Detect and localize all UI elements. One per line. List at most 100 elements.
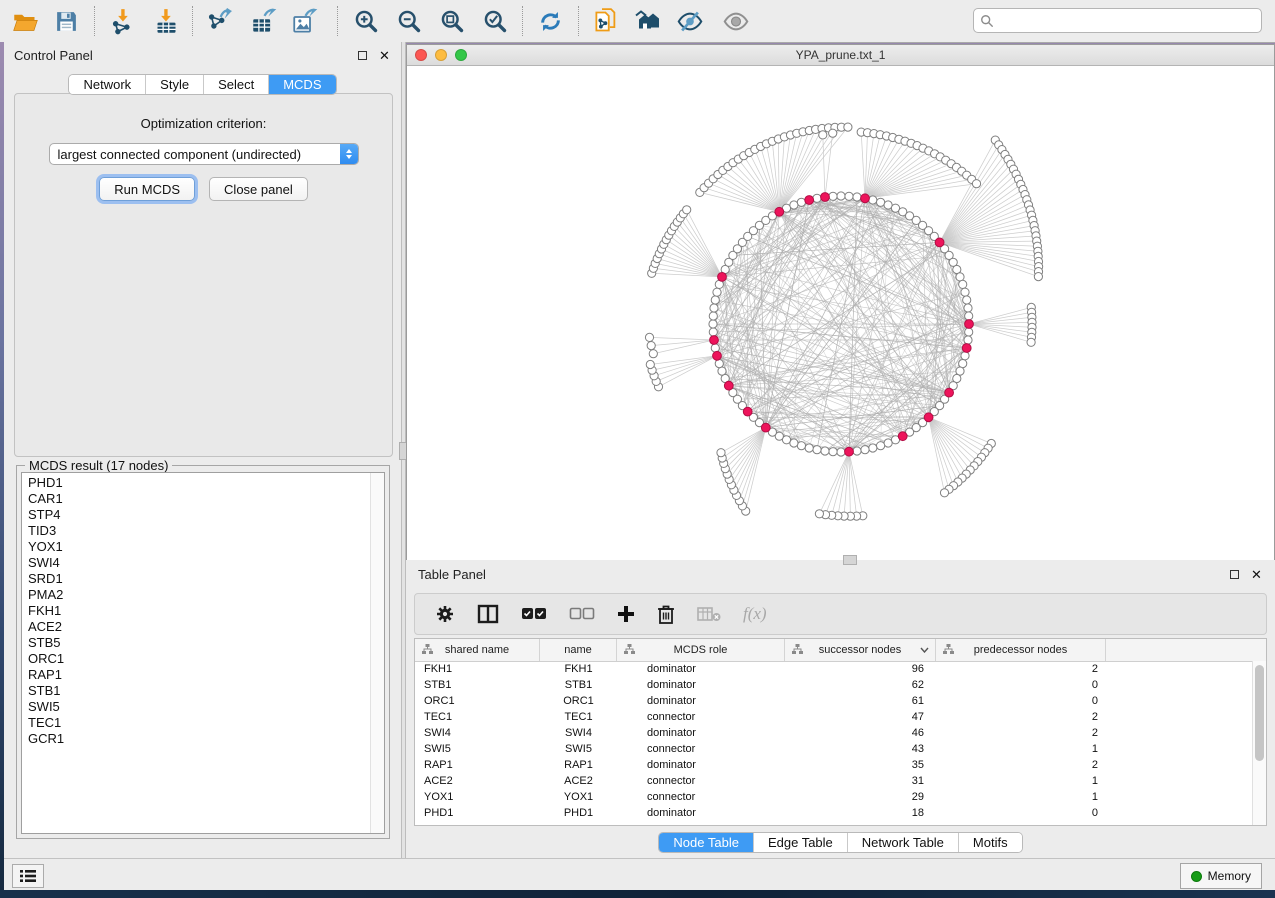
column-visibility-icon[interactable] (477, 604, 499, 624)
export-network-icon[interactable] (205, 7, 233, 35)
table-scrollbar[interactable] (1252, 661, 1266, 825)
mcds-result-item[interactable]: GCR1 (22, 731, 370, 747)
table-row[interactable]: FKH1FKH1dominator962 (415, 661, 1253, 677)
dominator-node[interactable] (861, 194, 870, 203)
dominator-node[interactable] (775, 207, 784, 216)
mcds-result-item[interactable]: FKH1 (22, 603, 370, 619)
tab-network[interactable]: Network (69, 75, 146, 94)
table-row[interactable]: STB1STB1dominator620 (415, 677, 1253, 693)
zoom-fit-icon[interactable] (438, 7, 466, 35)
mcds-result-item[interactable]: STB1 (22, 683, 370, 699)
table-row[interactable]: ACE2ACE2connector311 (415, 773, 1253, 789)
tab-motifs[interactable]: Motifs (959, 833, 1022, 852)
close-panel-button[interactable]: Close panel (209, 177, 308, 201)
add-column-icon[interactable] (617, 605, 635, 623)
table-scrollbar-thumb[interactable] (1255, 665, 1264, 761)
table-row[interactable]: PHD1PHD1dominator180 (415, 805, 1253, 821)
home-networks-icon[interactable] (632, 7, 660, 35)
dominator-node[interactable] (718, 273, 727, 282)
dominator-node[interactable] (761, 423, 770, 432)
column-header-MCDS-role[interactable]: MCDS role (617, 639, 785, 661)
show-hidden-icon[interactable] (722, 7, 750, 35)
window-minimize-icon[interactable] (435, 49, 447, 61)
mcds-result-item[interactable]: TID3 (22, 523, 370, 539)
dominator-node[interactable] (710, 336, 719, 345)
table-row[interactable]: SWI4SWI4dominator462 (415, 725, 1253, 741)
export-table-icon[interactable] (250, 7, 278, 35)
close-panel-icon[interactable]: ✕ (378, 49, 391, 62)
tab-style[interactable]: Style (146, 75, 204, 94)
network-document-icon[interactable] (592, 7, 620, 35)
import-table-icon[interactable] (152, 7, 180, 35)
dominator-node[interactable] (924, 413, 933, 422)
mcds-result-item[interactable]: PHD1 (22, 475, 370, 491)
mcds-result-item[interactable]: SWI5 (22, 699, 370, 715)
mcds-result-item[interactable]: SWI4 (22, 555, 370, 571)
network-window-titlebar[interactable]: YPA_prune.txt_1 (407, 45, 1274, 66)
dominator-node[interactable] (805, 196, 814, 205)
function-builder-icon[interactable]: f(x) (743, 604, 767, 624)
mcds-result-item[interactable]: SRD1 (22, 571, 370, 587)
run-mcds-button[interactable]: Run MCDS (99, 177, 195, 201)
delete-table-icon[interactable] (697, 606, 721, 622)
select-all-rows-icon[interactable] (521, 607, 547, 621)
zoom-out-icon[interactable] (395, 7, 423, 35)
memory-button[interactable]: Memory (1180, 863, 1262, 889)
zoom-in-icon[interactable] (352, 7, 380, 35)
dominator-node[interactable] (821, 193, 830, 202)
mcds-result-item[interactable]: PMA2 (22, 587, 370, 603)
window-close-icon[interactable] (415, 49, 427, 61)
tab-node-table[interactable]: Node Table (659, 833, 754, 852)
float-panel-icon[interactable] (356, 49, 369, 62)
import-network-icon[interactable] (109, 7, 137, 35)
tab-network-table[interactable]: Network Table (848, 833, 959, 852)
mcds-result-item[interactable]: STP4 (22, 507, 370, 523)
table-row[interactable]: YOX1YOX1connector291 (415, 789, 1253, 805)
tab-edge-table[interactable]: Edge Table (754, 833, 848, 852)
window-zoom-icon[interactable] (455, 49, 467, 61)
table-row[interactable]: ORC1ORC1dominator610 (415, 693, 1253, 709)
tab-mcds[interactable]: MCDS (269, 75, 335, 94)
dominator-node[interactable] (935, 238, 944, 247)
table-settings-gear-icon[interactable] (435, 604, 455, 624)
mcds-list-scrollbar[interactable] (370, 473, 384, 833)
hide-selected-icon[interactable] (676, 7, 704, 35)
mcds-result-list[interactable]: PHD1CAR1STP4TID3YOX1SWI4SRD1PMA2FKH1ACE2… (21, 472, 385, 834)
zoom-selected-icon[interactable] (481, 7, 509, 35)
column-header-shared-name[interactable]: shared name (415, 639, 540, 661)
deselect-all-rows-icon[interactable] (569, 607, 595, 621)
mcds-result-item[interactable]: RAP1 (22, 667, 370, 683)
search-input[interactable] (998, 13, 1261, 29)
tab-select[interactable]: Select (204, 75, 269, 94)
network-canvas[interactable] (407, 66, 1274, 560)
column-header-name[interactable]: name (540, 639, 617, 661)
mcds-result-item[interactable]: CAR1 (22, 491, 370, 507)
dominator-node[interactable] (743, 407, 752, 416)
dominator-node[interactable] (945, 388, 954, 397)
dominator-node[interactable] (724, 381, 733, 390)
delete-column-icon[interactable] (657, 604, 675, 624)
close-table-panel-icon[interactable]: ✕ (1250, 568, 1263, 581)
column-header-predecessor-nodes[interactable]: predecessor nodes (936, 639, 1106, 661)
export-image-icon[interactable] (291, 7, 319, 35)
mcds-result-item[interactable]: TEC1 (22, 715, 370, 731)
float-table-panel-icon[interactable] (1228, 568, 1241, 581)
apply-layout-icon[interactable] (536, 7, 564, 35)
mcds-result-item[interactable]: ORC1 (22, 651, 370, 667)
show-panel-list-button[interactable] (12, 864, 44, 888)
table-row[interactable]: RAP1RAP1dominator352 (415, 757, 1253, 773)
column-header-successor-nodes[interactable]: successor nodes (785, 639, 936, 661)
mcds-result-item[interactable]: ACE2 (22, 619, 370, 635)
save-session-icon[interactable] (52, 7, 80, 35)
search-field[interactable] (973, 8, 1262, 33)
open-session-icon[interactable] (11, 7, 39, 35)
mcds-result-item[interactable]: YOX1 (22, 539, 370, 555)
dominator-node[interactable] (962, 344, 971, 353)
mcds-result-item[interactable]: STB5 (22, 635, 370, 651)
table-row[interactable]: TEC1TEC1connector472 (415, 709, 1253, 725)
horizontal-splitter-grip[interactable] (843, 555, 857, 565)
dominator-node[interactable] (898, 432, 907, 441)
criterion-dropdown[interactable]: largest connected component (undirected) (49, 143, 359, 165)
dominator-node[interactable] (845, 447, 854, 456)
table-row[interactable]: SWI5SWI5connector431 (415, 741, 1253, 757)
